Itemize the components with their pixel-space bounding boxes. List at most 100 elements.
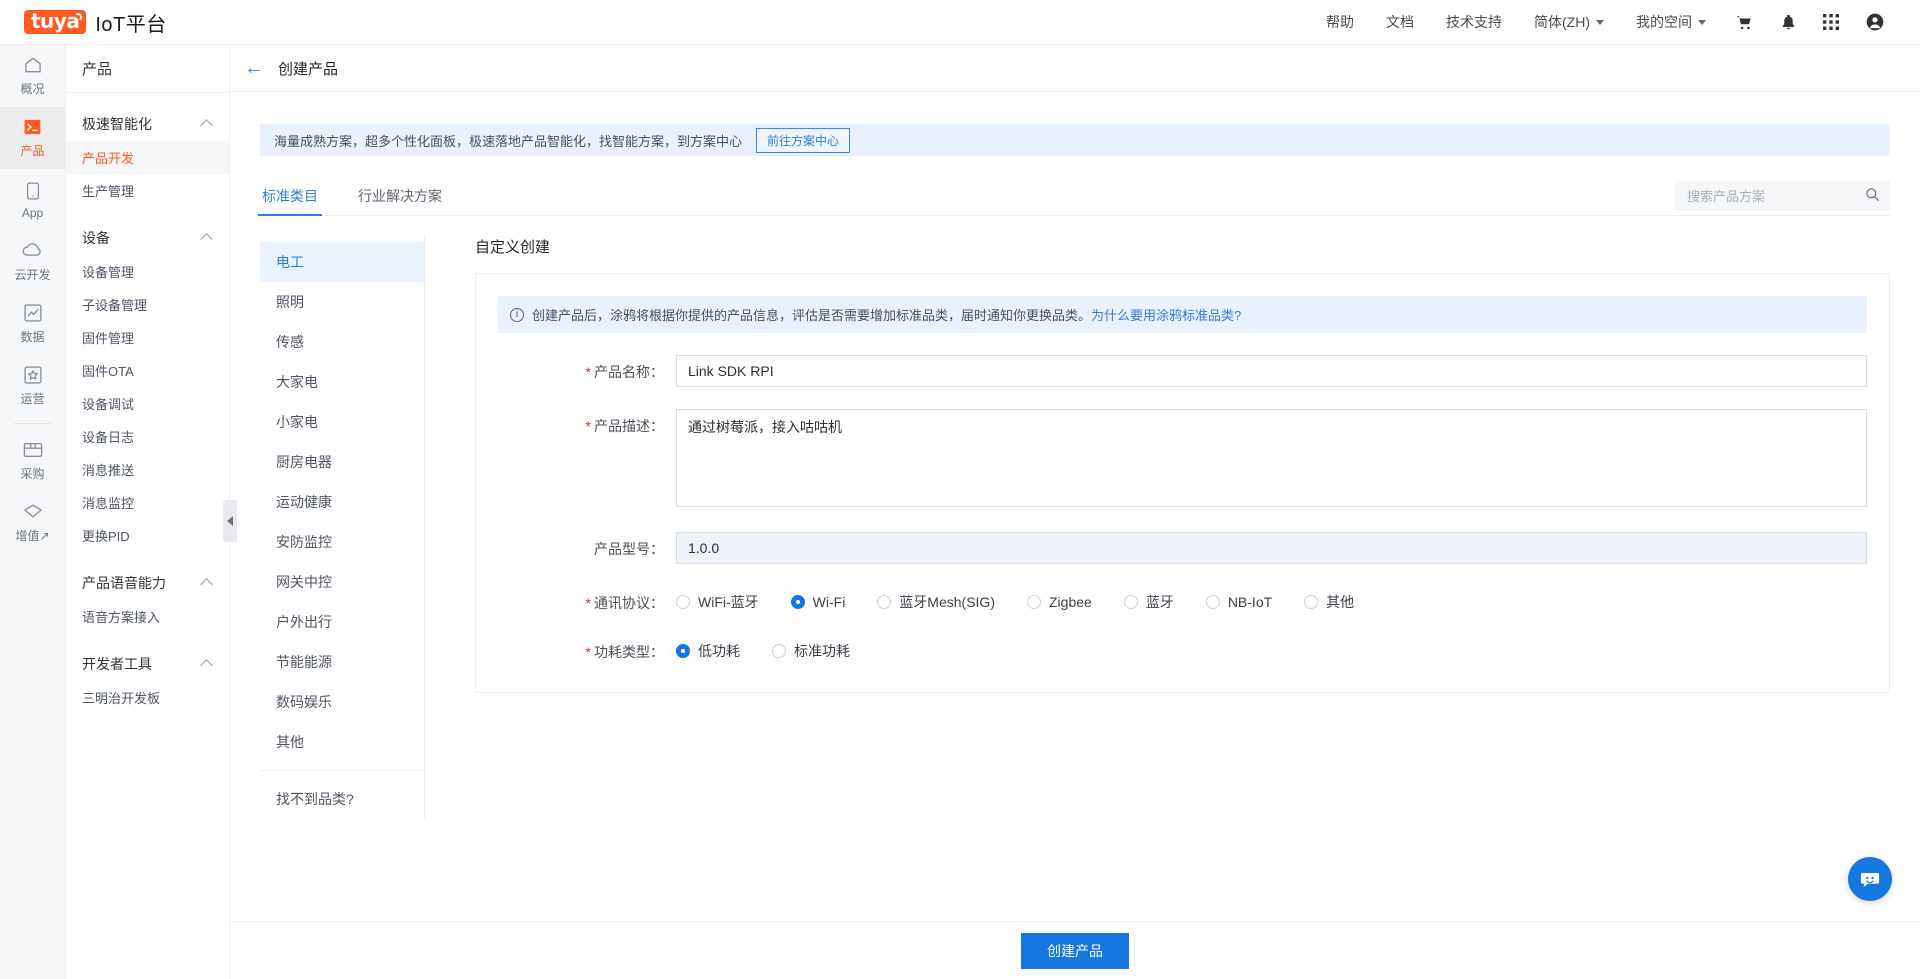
rail-item-valueadd[interactable]: 增值↗ [0, 492, 65, 554]
home-icon [22, 55, 44, 77]
sidebar-title: 产品 [66, 45, 229, 93]
sidebar-item-voice-solution[interactable]: 语音方案接入 [66, 600, 229, 633]
nav-support[interactable]: 技术支持 [1446, 12, 1502, 32]
nav-group-label: 开发者工具 [82, 656, 152, 672]
sidebar-item-firmware-ota[interactable]: 固件OTA [66, 354, 229, 387]
protocol-option-zigbee[interactable]: Zigbee [1027, 594, 1092, 610]
notice-link[interactable]: 为什么要用涂鸦标准品类? [1091, 305, 1241, 324]
secondary-sidebar: 产品 极速智能化 产品开发 生产管理 设备 设备管理 子设备管理 固件管理 固件… [66, 45, 230, 979]
rail-item-app[interactable]: App [0, 169, 65, 231]
search-icon[interactable] [1865, 187, 1880, 205]
top-nav: 帮助 文档 技术支持 简体(ZH) 我的空间 [1310, 12, 1898, 32]
category-not-found-link[interactable]: 找不到品类? [260, 779, 424, 819]
sidebar-item-subdevice-management[interactable]: 子设备管理 [66, 288, 229, 321]
diamond-icon [22, 502, 44, 524]
apps-grid-icon[interactable] [1823, 14, 1839, 30]
nav-docs[interactable]: 文档 [1386, 12, 1414, 32]
app-root: tuya IoT平台 帮助 文档 技术支持 简体(ZH) 我的空间 概况 产品 … [0, 0, 1920, 979]
sidebar-item-device-debug[interactable]: 设备调试 [66, 387, 229, 420]
user-avatar-icon[interactable] [1865, 12, 1885, 32]
power-type-radio-group: 低功耗 标准功耗 [676, 635, 1867, 661]
rail-label-overview: 概况 [20, 82, 45, 96]
category-divider [260, 770, 424, 771]
field-row-protocol: * 通讯协议： WiFi-蓝牙 Wi-Fi 蓝牙Mesh(SIG) Zigbee… [476, 586, 1889, 613]
category-item-security-surveillance[interactable]: 安防监控 [260, 522, 424, 562]
sidebar-item-device-log[interactable]: 设备日志 [66, 420, 229, 453]
category-item-electrician[interactable]: 电工 [260, 242, 424, 282]
promo-solution-center-button[interactable]: 前往方案中心 [756, 127, 851, 153]
category-item-outdoor-travel[interactable]: 户外出行 [260, 602, 424, 642]
create-product-button[interactable]: 创建产品 [1021, 932, 1129, 969]
power-type-option-standard-power[interactable]: 标准功耗 [772, 641, 850, 661]
sidebar-item-device-management[interactable]: 设备管理 [66, 255, 229, 288]
category-item-kitchen-appliance[interactable]: 厨房电器 [260, 442, 424, 482]
protocol-option-wifi-bluetooth[interactable]: WiFi-蓝牙 [676, 592, 759, 612]
field-row-product-model: 产品型号： [476, 532, 1889, 564]
tab-industry-solution[interactable]: 行业解决方案 [356, 178, 444, 215]
radio-label: Zigbee [1049, 594, 1092, 610]
rail-label-app: App [21, 205, 44, 220]
badge-star-icon [23, 365, 43, 387]
brand-logo[interactable]: tuya IoT平台 [24, 8, 167, 37]
category-item-other[interactable]: 其他 [260, 722, 424, 762]
search-box[interactable] [1675, 181, 1890, 211]
bell-icon[interactable] [1780, 13, 1797, 31]
nav-group-header-devtools[interactable]: 开发者工具 [66, 647, 229, 681]
category-item-energy-saving[interactable]: 节能能源 [260, 642, 424, 682]
sidebar-item-message-push[interactable]: 消息推送 [66, 453, 229, 486]
sidebar-item-message-monitor[interactable]: 消息监控 [66, 486, 229, 519]
chevron-up-icon [200, 659, 213, 672]
cart-icon[interactable] [1735, 13, 1754, 32]
nav-group-label: 产品语音能力 [82, 575, 166, 591]
nav-help[interactable]: 帮助 [1326, 12, 1354, 32]
top-header: tuya IoT平台 帮助 文档 技术支持 简体(ZH) 我的空间 [0, 0, 1920, 45]
rail-item-overview[interactable]: 概况 [0, 45, 65, 107]
category-item-gateway-control[interactable]: 网关中控 [260, 562, 424, 602]
category-item-large-appliance[interactable]: 大家电 [260, 362, 424, 402]
cloud-icon [21, 241, 45, 263]
tab-standard-category[interactable]: 标准类目 [258, 178, 322, 216]
protocol-option-wifi[interactable]: Wi-Fi [790, 594, 845, 610]
info-icon: i [510, 307, 524, 322]
product-description-textarea[interactable]: 通过树莓派，接入咕咕机 [676, 409, 1867, 507]
category-item-digital-entertainment[interactable]: 数码娱乐 [260, 682, 424, 722]
product-model-input[interactable] [676, 532, 1867, 564]
sidebar-item-production-management[interactable]: 生产管理 [66, 174, 229, 207]
search-input[interactable] [1685, 187, 1865, 205]
protocol-option-bluetooth-mesh-sig[interactable]: 蓝牙Mesh(SIG) [877, 592, 995, 612]
sidebar-item-change-pid[interactable]: 更换PID [66, 519, 229, 552]
protocol-option-other[interactable]: 其他 [1304, 592, 1354, 612]
rail-item-operations[interactable]: 运营 [0, 355, 65, 417]
main-content: ← 创建产品 海量成熟方案，超多个性化面板，极速落地产品智能化，找智能方案，到方… [230, 45, 1920, 979]
product-name-input[interactable] [676, 355, 1867, 387]
category-item-small-appliance[interactable]: 小家电 [260, 402, 424, 442]
mobile-icon [25, 181, 41, 203]
category-item-lighting[interactable]: 照明 [260, 282, 424, 322]
category-item-sports-health[interactable]: 运动健康 [260, 482, 424, 522]
power-type-option-low-power[interactable]: 低功耗 [676, 641, 740, 661]
chat-support-icon[interactable] [1848, 857, 1892, 901]
sidebar-item-product-development[interactable]: 产品开发 [66, 141, 229, 174]
required-marker: * [585, 364, 591, 380]
sidebar-item-sandwich-board[interactable]: 三明治开发板 [66, 681, 229, 714]
nav-group-label: 设备 [82, 230, 110, 246]
form-title: 自定义创建 [475, 239, 551, 256]
protocol-option-bluetooth[interactable]: 蓝牙 [1123, 592, 1174, 612]
category-item-sensor[interactable]: 传感 [260, 322, 424, 362]
protocol-option-nbiot[interactable]: NB-IoT [1205, 594, 1272, 610]
radio-dot [772, 644, 786, 658]
rail-item-data[interactable]: 数据 [0, 293, 65, 355]
rail-item-product[interactable]: 产品 [0, 107, 65, 169]
nav-group-header-voice[interactable]: 产品语音能力 [66, 566, 229, 600]
rail-item-purchase[interactable]: 采购 [0, 430, 65, 492]
terminal-icon [22, 117, 43, 139]
primary-rail: 概况 产品 App 云开发 数据 运营 采购 增值↗ [0, 45, 66, 979]
sidebar-item-firmware-management[interactable]: 固件管理 [66, 321, 229, 354]
nav-language[interactable]: 简体(ZH) [1534, 12, 1604, 32]
nav-group-header-device[interactable]: 设备 [66, 221, 229, 255]
nav-group-header-fast-smart[interactable]: 极速智能化 [66, 107, 229, 141]
rail-item-cloud[interactable]: 云开发 [0, 231, 65, 293]
sidebar-collapse-handle[interactable] [223, 500, 237, 542]
nav-workspace[interactable]: 我的空间 [1636, 12, 1706, 32]
arrow-left-icon[interactable]: ← [244, 58, 264, 78]
